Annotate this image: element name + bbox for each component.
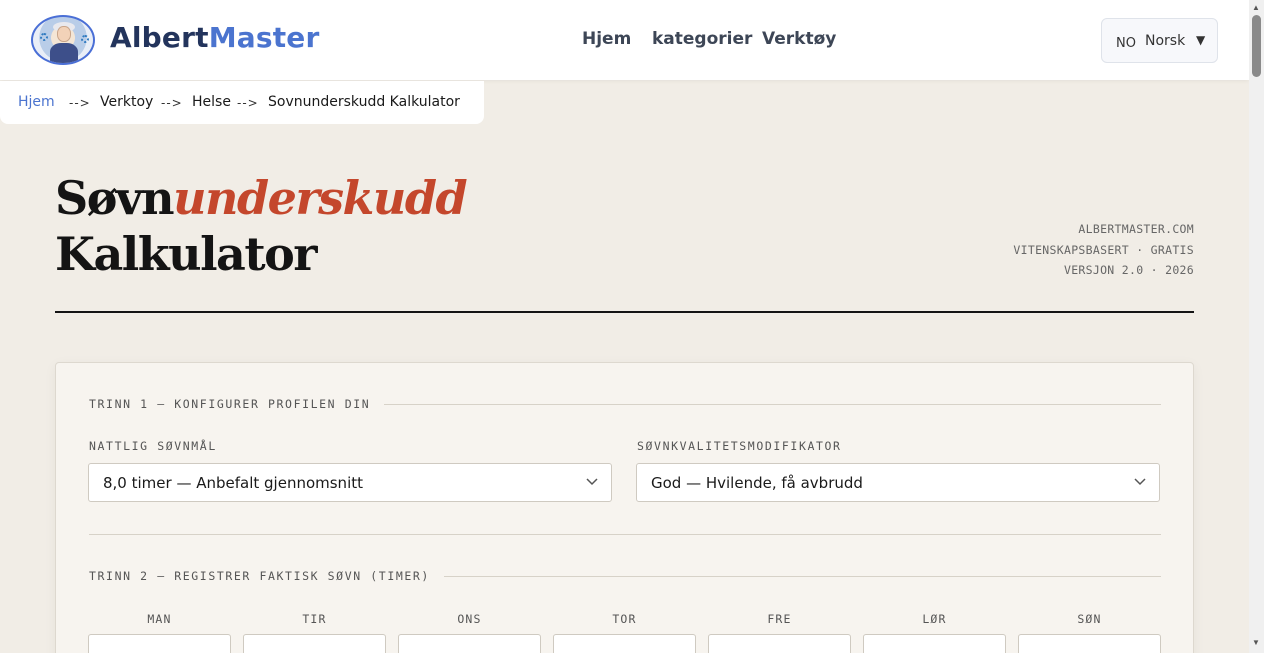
day-label-sun: SØN (1077, 612, 1102, 626)
meta-tagline: VITENSKAPSBASERT · GRATIS (1013, 242, 1194, 257)
day-label-tue: TIR (302, 612, 327, 626)
sleep-quality-select[interactable]: God — Hvilende, få avbrudd (636, 463, 1160, 502)
day-label-wed: ONS (457, 612, 482, 626)
language-name: Norsk (1145, 33, 1186, 49)
breadcrumb-separator: --> (161, 96, 183, 110)
sleep-goal-label: NATTLIG SØVNMÅL (89, 439, 217, 453)
breadcrumb-item-current: Sovnunderskudd Kalkulator (268, 94, 460, 110)
scroll-up-icon[interactable]: ▲ (1252, 3, 1260, 12)
meta-version: VERSJON 2.0 · 2026 (1063, 263, 1194, 277)
breadcrumb-separator: --> (69, 96, 91, 110)
page-title: Søvnunderskudd Kalkulator (55, 170, 468, 282)
brand-name-part2: Master (208, 21, 320, 54)
sleep-hours-input-thu[interactable] (553, 634, 696, 653)
sleep-hours-input-wed[interactable] (398, 634, 541, 653)
sleep-hours-input-sat[interactable] (863, 634, 1006, 653)
scroll-down-icon[interactable]: ▼ (1252, 638, 1260, 647)
sleep-quality-label: SØVNKVALITETSMODIFIKATOR (637, 439, 842, 453)
scrollbar-thumb[interactable] (1252, 15, 1261, 77)
step1-label: TRINN 1 — KONFIGURER PROFILEN DIN (89, 397, 385, 411)
day-label-sat: LØR (922, 612, 947, 626)
site-header: AlbertMaster Hjem kategorier Verktøy NO … (0, 0, 1249, 80)
sleep-goal-select[interactable]: 8,0 timer — Anbefalt gjennomsnitt (88, 463, 612, 502)
sleep-hours-input-mon[interactable] (88, 634, 231, 653)
sleep-quality-value: God — Hvilende, få avbrudd (651, 474, 863, 492)
logo-icon[interactable] (31, 15, 95, 65)
breadcrumb-separator: --> (237, 96, 259, 110)
breadcrumb-item-health[interactable]: Helse (192, 94, 231, 110)
brand-logo-text[interactable]: AlbertMaster (110, 21, 320, 54)
section-divider (89, 534, 1161, 535)
title-part1: Søvn (55, 171, 175, 225)
breadcrumb: Hjem --> Verktoy --> Helse --> Sovnunder… (0, 81, 484, 124)
calculator-card: TRINN 1 — KONFIGURER PROFILEN DIN NATTLI… (55, 362, 1194, 653)
language-code: NO (1116, 36, 1136, 51)
sleep-hours-input-sun[interactable] (1018, 634, 1161, 653)
brand-name-part1: Albert (110, 21, 209, 54)
title-line2: Kalkulator (55, 227, 318, 281)
language-selector[interactable]: NO Norsk ▼ (1101, 18, 1218, 63)
caret-down-icon: ▼ (1196, 33, 1206, 47)
breadcrumb-item-tools[interactable]: Verktoy (100, 94, 153, 110)
step2-label: TRINN 2 — REGISTRER FAKTISK SØVN (TIMER) (89, 569, 444, 583)
nav-link-tools[interactable]: Verktøy (762, 29, 836, 49)
day-label-fri: FRE (767, 612, 792, 626)
chevron-down-icon (1134, 478, 1146, 486)
sleep-hours-input-fri[interactable] (708, 634, 851, 653)
nav-link-home[interactable]: Hjem (582, 29, 631, 49)
title-rule (55, 311, 1194, 313)
page-meta: ALBERTMASTER.COM VITENSKAPSBASERT · GRAT… (1013, 219, 1194, 281)
breadcrumb-link-home[interactable]: Hjem (18, 94, 55, 110)
page-scrollbar[interactable]: ▲ ▼ (1249, 0, 1264, 653)
sleep-goal-value: 8,0 timer — Anbefalt gjennomsnitt (103, 474, 363, 492)
title-accent: underskudd (173, 171, 468, 225)
meta-site: ALBERTMASTER.COM (1078, 222, 1194, 236)
chevron-down-icon (586, 478, 598, 486)
sleep-hours-input-tue[interactable] (243, 634, 386, 653)
nav-link-categories[interactable]: kategorier (652, 29, 752, 49)
day-label-thu: TOR (612, 612, 637, 626)
day-label-mon: MAN (147, 612, 172, 626)
